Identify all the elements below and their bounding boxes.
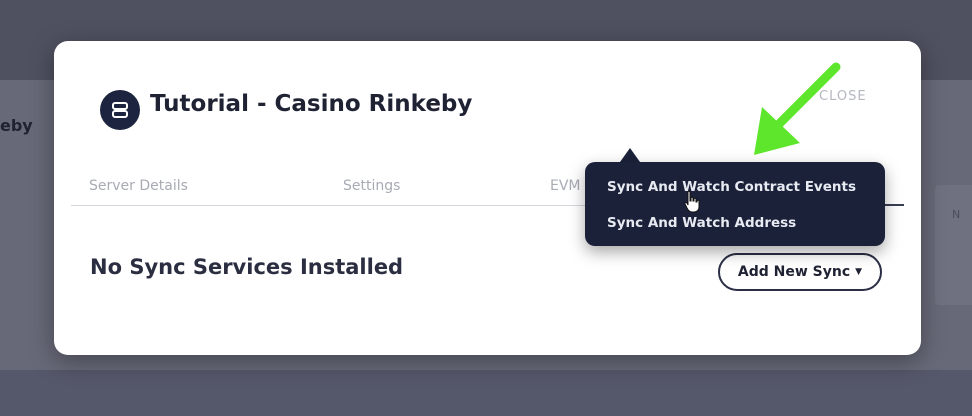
background-project-label: eby <box>0 116 33 135</box>
add-new-sync-button[interactable]: Add New Sync ▼ <box>718 253 882 291</box>
background-side-card <box>935 185 972 305</box>
tab-server-details[interactable]: Server Details <box>89 178 188 194</box>
hand-pointer-icon <box>684 190 700 213</box>
menu-item-sync-address[interactable]: Sync And Watch Address <box>607 215 796 231</box>
background-side-card-label: N <box>952 208 961 221</box>
caret-down-icon: ▼ <box>855 267 863 277</box>
background-footer <box>0 370 972 416</box>
modal-title: Tutorial - Casino Rinkeby <box>150 91 473 117</box>
sync-type-dropdown: Sync And Watch Contract Events Sync And … <box>585 162 885 246</box>
tab-evm[interactable]: EVM <box>550 178 581 194</box>
annotation-arrow-icon <box>754 62 841 155</box>
menu-item-sync-contract-events[interactable]: Sync And Watch Contract Events <box>607 179 856 195</box>
tab-settings[interactable]: Settings <box>343 178 400 194</box>
empty-state-message: No Sync Services Installed <box>90 255 404 279</box>
add-new-sync-label: Add New Sync <box>737 264 851 280</box>
dropdown-pointer <box>620 148 640 162</box>
server-logo-icon <box>100 90 140 130</box>
